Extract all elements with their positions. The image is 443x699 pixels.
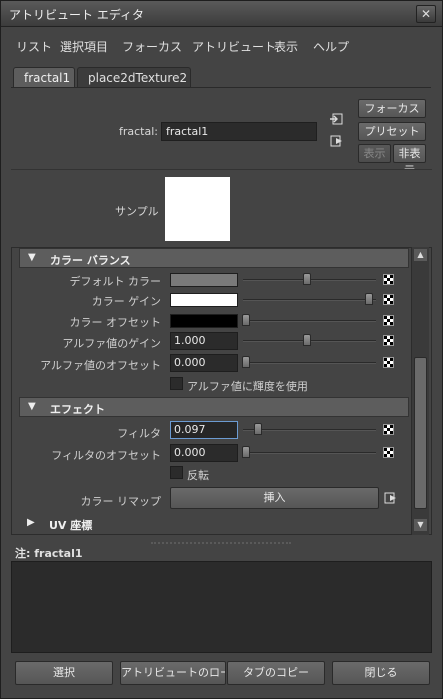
menu-focus[interactable]: フォーカス <box>122 38 182 55</box>
color-offset-slider[interactable] <box>243 320 376 322</box>
menu-selection[interactable]: 選択項目 <box>60 38 108 55</box>
alpha-offset-slider[interactable] <box>243 362 376 364</box>
output-connection-icon[interactable] <box>384 491 398 505</box>
map-button-icon[interactable] <box>383 315 394 326</box>
slider-handle[interactable] <box>242 314 250 326</box>
section-effects[interactable]: ▼ エフェクト <box>19 397 409 417</box>
window-title: アトリビュート エディタ <box>9 8 144 22</box>
slider-handle[interactable] <box>242 446 250 458</box>
show-button[interactable]: 表示 <box>358 144 391 163</box>
notes-label: 注: fractal1 <box>15 547 83 560</box>
alpha-gain-field[interactable]: 1.000 <box>170 332 238 350</box>
color-gain-slider[interactable] <box>243 299 376 301</box>
output-connection-icon[interactable] <box>330 134 344 148</box>
tab-place2dtexture2[interactable]: place2dTexture2 <box>77 67 191 88</box>
menu-help[interactable]: ヘルプ <box>313 38 349 55</box>
alpha-offset-field[interactable]: 0.000 <box>170 354 238 372</box>
map-button-icon[interactable] <box>383 274 394 285</box>
hide-button[interactable]: 非表示 <box>393 144 426 177</box>
expand-arrow-icon: ▼ <box>28 401 36 412</box>
default-color-swatch[interactable] <box>170 273 238 287</box>
load-attributes-button[interactable]: アトリビュートのロード <box>120 661 226 685</box>
title-bar[interactable]: アトリビュート エディタ ✕ <box>1 1 442 27</box>
sample-label: サンプル <box>115 205 159 218</box>
alpha-gain-label: アルファ値のゲイン <box>62 337 161 350</box>
alpha-is-luminance-label: アルファ値に輝度を使用 <box>187 380 308 393</box>
copy-tab-button[interactable]: タブのコピー <box>227 661 325 685</box>
slider-handle[interactable] <box>242 356 250 368</box>
sample-swatch <box>165 177 230 241</box>
focus-button[interactable]: フォーカス <box>358 99 426 118</box>
node-name-label: fractal: <box>119 125 158 138</box>
section-title: UV 座標 <box>49 519 93 532</box>
default-color-label: デフォルト カラー <box>69 275 162 288</box>
map-button-icon[interactable] <box>383 294 394 305</box>
section-color-balance[interactable]: ▼ カラー バランス <box>19 248 409 268</box>
tab-divider <box>11 87 431 88</box>
color-offset-swatch[interactable] <box>170 314 238 328</box>
slider-handle[interactable] <box>254 423 262 435</box>
section-title: エフェクト <box>50 403 105 416</box>
menu-attributes[interactable]: アトリビュート <box>192 38 276 55</box>
scrollbar-thumb[interactable] <box>414 357 427 509</box>
close-button[interactable]: 閉じる <box>332 661 430 685</box>
alpha-offset-label: アルファ値のオフセット <box>40 359 161 372</box>
section-title: カラー バランス <box>50 254 131 267</box>
filter-offset-label: フィルタのオフセット <box>51 449 161 462</box>
scroll-down-icon[interactable]: ▼ <box>414 519 427 531</box>
close-icon[interactable]: ✕ <box>416 5 436 23</box>
collapsed-arrow-icon: ▶ <box>27 517 35 528</box>
map-button-icon[interactable] <box>383 424 394 435</box>
tab-fractal1[interactable]: fractal1 <box>13 67 75 88</box>
section-uv-coordinates[interactable]: ▶ UV 座標 <box>19 514 409 534</box>
node-name-field[interactable]: fractal1 <box>161 122 317 141</box>
insert-button[interactable]: 挿入 <box>170 487 379 509</box>
panel-scrollbar[interactable]: ▲ ▼ <box>411 247 429 535</box>
invert-checkbox[interactable] <box>170 466 183 479</box>
filter-label: フィルタ <box>117 427 161 440</box>
attribute-editor-window: アトリビュート エディタ ✕ リスト 選択項目 フォーカス アトリビュート 表示… <box>0 0 443 699</box>
map-button-icon[interactable] <box>383 357 394 368</box>
map-button-icon[interactable] <box>383 335 394 346</box>
color-remap-label: カラー リマップ <box>80 495 162 508</box>
expand-arrow-icon: ▼ <box>28 252 36 263</box>
invert-label: 反転 <box>187 469 209 482</box>
select-button[interactable]: 選択 <box>15 661 113 685</box>
input-connection-icon[interactable] <box>330 112 344 126</box>
scroll-up-icon[interactable]: ▲ <box>414 249 427 261</box>
color-gain-swatch[interactable] <box>170 293 238 307</box>
alpha-is-luminance-checkbox[interactable] <box>170 377 183 390</box>
menu-list[interactable]: リスト <box>16 38 52 55</box>
filter-offset-field[interactable]: 0.000 <box>170 444 238 462</box>
map-button-icon[interactable] <box>383 447 394 458</box>
notes-splitter[interactable] <box>151 542 291 546</box>
color-offset-label: カラー オフセット <box>69 316 162 329</box>
presets-button[interactable]: プリセット <box>358 122 426 141</box>
slider-handle[interactable] <box>303 273 311 285</box>
slider-handle[interactable] <box>365 293 373 305</box>
slider-handle[interactable] <box>303 334 311 346</box>
filter-slider[interactable] <box>243 429 376 431</box>
filter-field[interactable]: 0.097 <box>170 421 238 439</box>
color-gain-label: カラー ゲイン <box>91 295 161 308</box>
menu-bar: リスト 選択項目 フォーカス アトリビュート 表示 ヘルプ <box>2 28 442 64</box>
menu-show[interactable]: 表示 <box>274 38 298 55</box>
notes-text-area[interactable] <box>11 561 432 653</box>
filter-offset-slider[interactable] <box>243 452 376 454</box>
